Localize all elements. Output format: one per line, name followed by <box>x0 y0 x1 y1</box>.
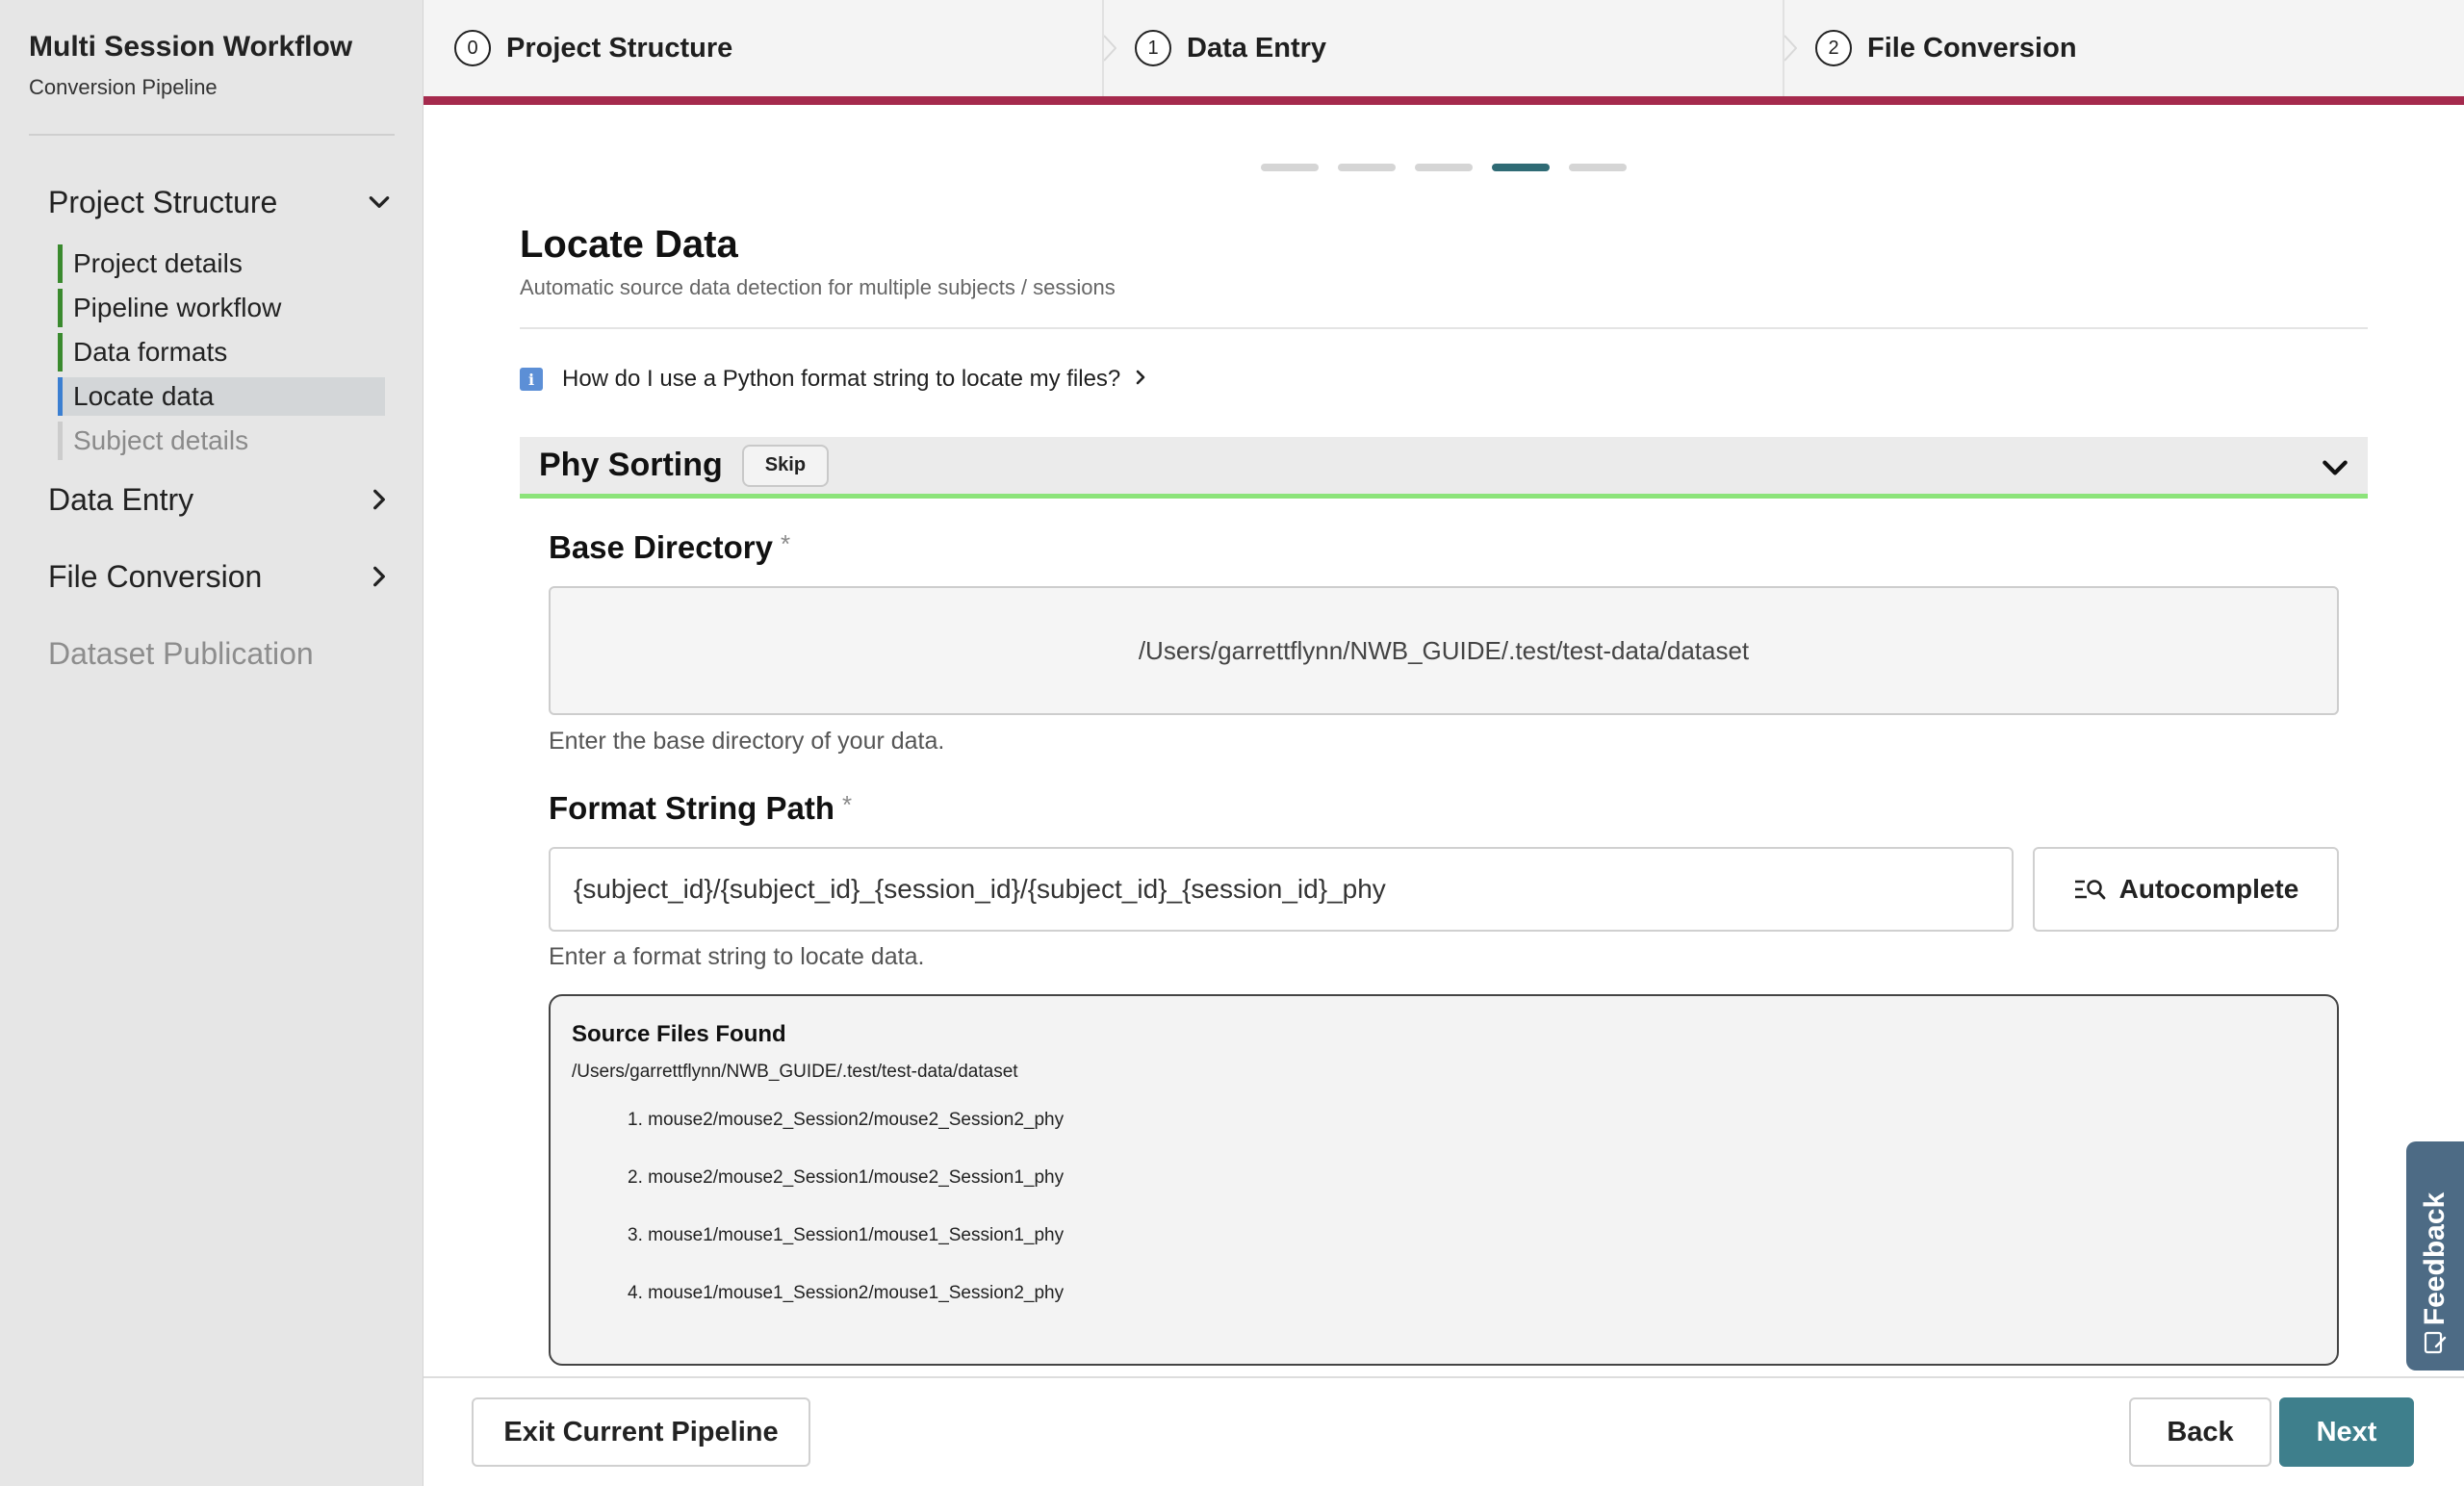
sidebar-section-label: Project Structure <box>48 184 278 219</box>
next-button[interactable]: Next <box>2279 1397 2414 1467</box>
sidebar-item-project-details[interactable]: Project details <box>58 244 385 283</box>
page-dot <box>1492 164 1550 171</box>
source-files-list: 1. mouse2/mouse2_Session2/mouse2_Session… <box>572 1110 2316 1341</box>
step-number: 2 <box>1815 30 1852 66</box>
sidebar-subtitle: Conversion Pipeline <box>29 75 218 99</box>
sidebar-item-subject-details[interactable]: Subject details <box>58 422 385 460</box>
page-subtitle: Automatic source data detection for mult… <box>520 275 1116 299</box>
page-dot <box>1415 164 1473 171</box>
list-item: 2. mouse2/mouse2_Session1/mouse2_Session… <box>628 1167 1065 1188</box>
step-label: Data Entry <box>1187 32 1327 64</box>
feedback-tab[interactable]: Feedback <box>2406 1141 2464 1371</box>
progress-stepper: 0 Project Structure 1 Data Entry 2 File … <box>424 0 2464 96</box>
autocomplete-label: Autocomplete <box>2118 874 2299 904</box>
step-project-structure[interactable]: 0 Project Structure <box>424 0 1103 96</box>
list-item: 4. mouse1/mouse1_Session2/mouse1_Session… <box>628 1283 1065 1303</box>
accordion-title: Phy Sorting <box>539 447 723 483</box>
step-number: 0 <box>454 30 491 66</box>
format-string-label-text: Format String Path <box>549 790 835 826</box>
chevron-down-icon[interactable] <box>2320 452 2350 483</box>
sidebar-item-pipeline-workflow[interactable]: Pipeline workflow <box>58 289 385 327</box>
chevron-right-icon <box>1132 369 1149 391</box>
page-dot <box>1338 164 1396 171</box>
source-files-path: /Users/garrettflynn/NWB_GUIDE/.test/test… <box>572 1062 1018 1082</box>
step-file-conversion[interactable]: 2 File Conversion <box>1784 0 2464 96</box>
source-files-title: Source Files Found <box>572 1021 786 1047</box>
step-data-entry[interactable]: 1 Data Entry <box>1104 0 1784 96</box>
sidebar-item-locate-data[interactable]: Locate data <box>58 377 385 416</box>
sidebar: Multi Session Workflow Conversion Pipeli… <box>0 0 424 1486</box>
source-files-panel: Source Files Found /Users/garrettflynn/N… <box>549 994 2339 1366</box>
feedback-icon <box>2424 1331 2447 1354</box>
page-dot <box>1569 164 1627 171</box>
sidebar-section-label: Dataset Publication <box>48 635 314 671</box>
required-mark: * <box>780 529 791 558</box>
format-string-help-link[interactable]: i How do I use a Python format string to… <box>520 364 1149 395</box>
title-divider <box>520 327 2368 329</box>
sidebar-section-label: File Conversion <box>48 558 263 594</box>
sidebar-title: Multi Session Workflow <box>29 31 353 63</box>
skip-button[interactable]: Skip <box>741 444 830 487</box>
sidebar-section-label: Data Entry <box>48 481 194 517</box>
format-string-help: Enter a format string to locate data. <box>549 943 925 970</box>
sidebar-divider <box>29 134 395 136</box>
page-dot <box>1261 164 1319 171</box>
format-string-label: Format String Path * <box>549 790 852 827</box>
format-string-input[interactable]: {subject_id}/{subject_id}_{session_id}/{… <box>549 847 2014 932</box>
step-number: 1 <box>1135 30 1171 66</box>
help-link-text: How do I use a Python format string to l… <box>562 366 1121 392</box>
chevron-right-icon <box>364 561 395 592</box>
sidebar-section-data-entry[interactable]: Data Entry <box>48 475 395 524</box>
chevron-right-icon <box>364 484 395 515</box>
list-item: 1. mouse2/mouse2_Session2/mouse2_Session… <box>628 1110 1065 1130</box>
sidebar-section-file-conversion[interactable]: File Conversion <box>48 552 395 601</box>
search-list-icon <box>2074 880 2106 900</box>
step-label: Project Structure <box>506 32 733 64</box>
page-title: Locate Data <box>520 223 738 266</box>
exit-pipeline-button[interactable]: Exit Current Pipeline <box>472 1397 810 1467</box>
list-item: 3. mouse1/mouse1_Session1/mouse1_Session… <box>628 1225 1065 1245</box>
autocomplete-button[interactable]: Autocomplete <box>2033 847 2339 932</box>
stepper-progress-bar <box>424 96 2464 105</box>
base-directory-help: Enter the base directory of your data. <box>549 728 945 755</box>
info-icon: i <box>520 368 543 391</box>
sidebar-item-data-formats[interactable]: Data formats <box>58 333 385 372</box>
sidebar-section-dataset-publication: Dataset Publication <box>48 629 395 678</box>
sidebar-section-project-structure[interactable]: Project Structure <box>48 178 395 226</box>
accordion-header-phy-sorting[interactable]: Phy Sorting Skip <box>520 437 2368 499</box>
back-button[interactable]: Back <box>2129 1397 2272 1467</box>
base-directory-label: Base Directory * <box>549 529 790 566</box>
required-mark: * <box>842 790 853 819</box>
footer-divider <box>424 1376 2464 1378</box>
base-directory-input[interactable]: /Users/garrettflynn/NWB_GUIDE/.test/test… <box>549 586 2339 715</box>
chevron-down-icon <box>364 187 395 218</box>
base-directory-label-text: Base Directory <box>549 529 773 565</box>
feedback-label: Feedback <box>2419 1191 2451 1326</box>
step-label: File Conversion <box>1867 32 2077 64</box>
